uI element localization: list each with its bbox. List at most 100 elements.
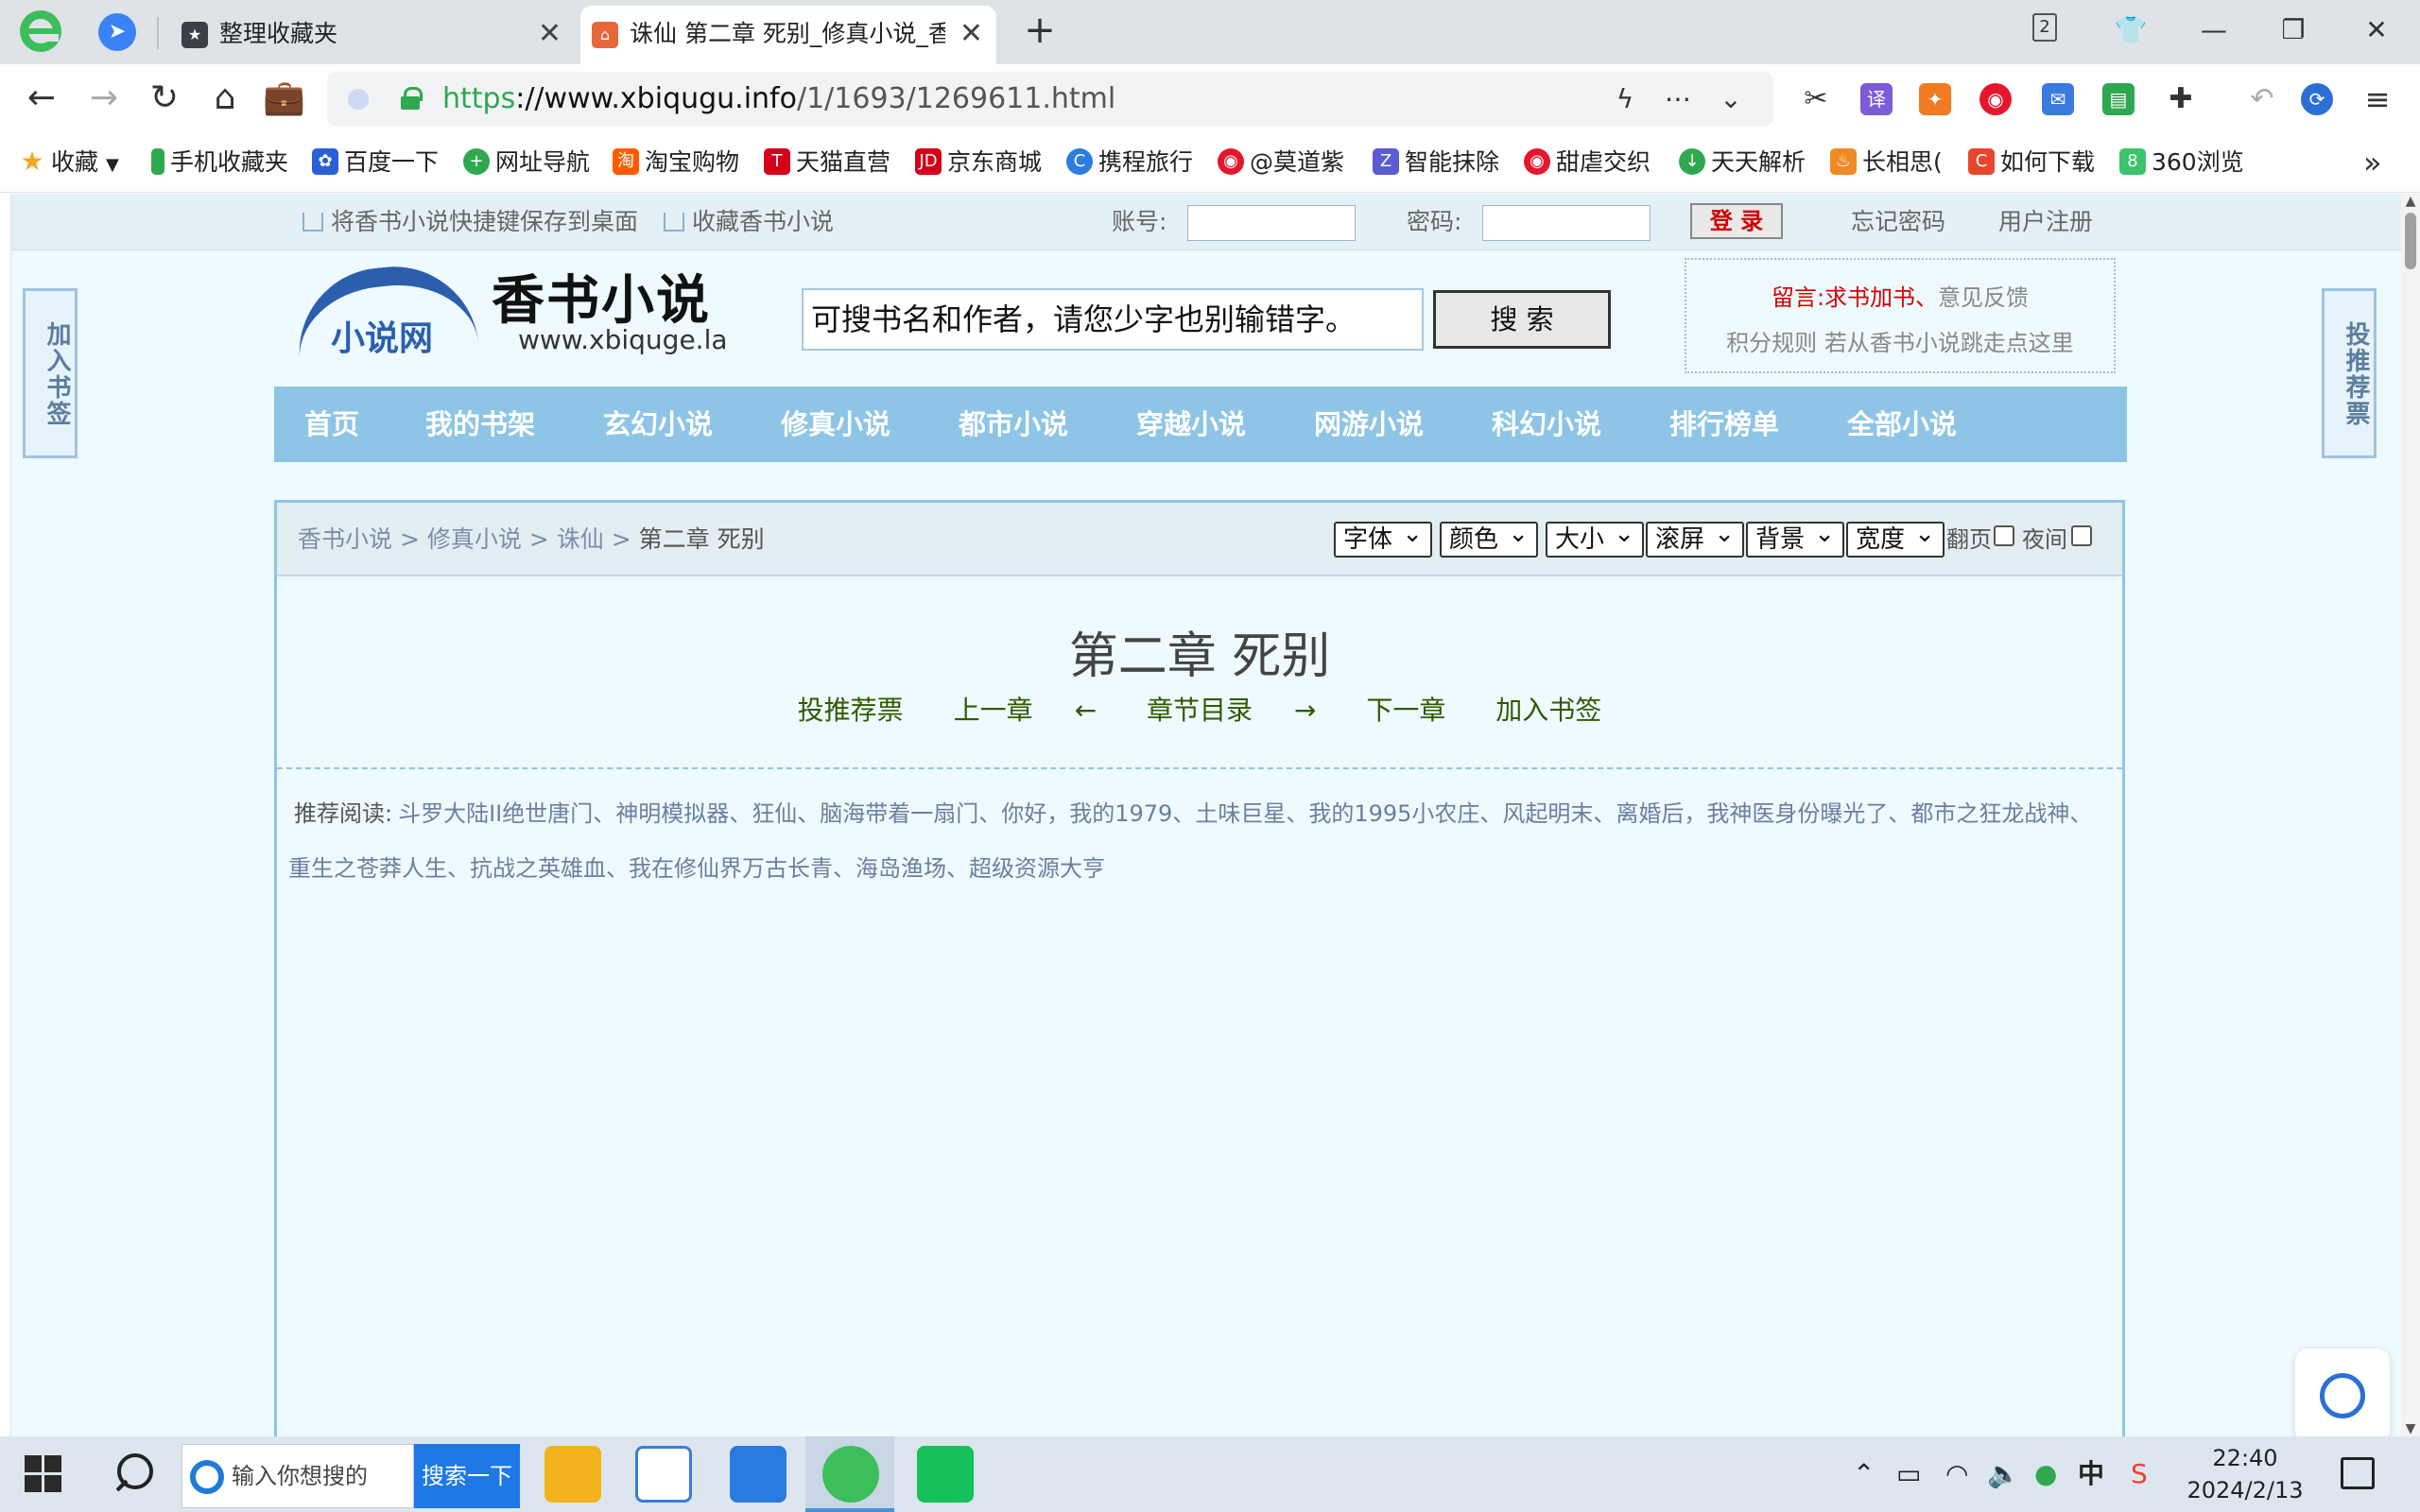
caret-down-icon[interactable]: ▼ — [106, 155, 119, 175]
width-select[interactable]: 宽度 — [1846, 518, 1945, 558]
nav-fantasy[interactable]: 玄幻小说 — [603, 387, 713, 462]
bookmark-item[interactable]: + 网址导航 — [463, 132, 605, 193]
microsoft-store-icon[interactable] — [730, 1446, 786, 1503]
address-bar[interactable]: https://www.xbiqugu.info/1/1693/1269611.… — [327, 72, 1773, 127]
login-button[interactable]: 登 录 — [1690, 203, 1783, 239]
tab-bookmarks-manager[interactable]: ★ 整理收藏夹 ✕ — [170, 6, 575, 64]
breadcrumb-book[interactable]: 诛仙 — [557, 525, 604, 553]
add-bookmark-link[interactable]: 加入书签 — [1495, 695, 1601, 726]
ime-indicator[interactable]: 中 — [2078, 1436, 2104, 1512]
taskbar-search-input[interactable]: 输入你想搜的 — [182, 1444, 414, 1508]
tab-active-chapter[interactable]: ⌂ 诛仙 第二章 死别_修真小说_香 ✕ — [580, 6, 996, 64]
nav-home[interactable]: 首页 — [304, 387, 359, 462]
new-tab-button[interactable]: + — [1019, 11, 1061, 53]
shield-icon[interactable]: ● — [2034, 1436, 2057, 1512]
nav-scifi[interactable]: 科幻小说 — [1492, 387, 1601, 462]
night-checkbox[interactable] — [2071, 525, 2092, 546]
reload-button[interactable]: ↻ — [144, 77, 185, 119]
save-shortcut-link[interactable]: 将香书小说快捷键保存到桌面 — [302, 194, 638, 250]
vertical-scrollbar[interactable]: ▲ ▼ — [2401, 194, 2420, 1436]
scroll-select[interactable]: 滚屏 — [1646, 518, 1744, 558]
game-icon[interactable]: ✦ — [1919, 83, 1951, 115]
vote-side-button[interactable]: 投推荐票 — [2322, 288, 2377, 458]
bookmark-item[interactable]: 淘淘宝购物 — [613, 132, 754, 193]
battery-icon[interactable]: ▭ — [1896, 1436, 1921, 1512]
forward-button[interactable]: → — [83, 77, 125, 119]
briefcase-icon[interactable]: 💼 — [263, 77, 305, 119]
chevron-down-icon[interactable]: ⌄ — [1715, 83, 1747, 115]
more-icon[interactable]: ⋯ — [1662, 83, 1694, 115]
shirt-icon[interactable]: 👕 — [2110, 11, 2152, 49]
nav-urban[interactable]: 都市小说 — [959, 387, 1068, 462]
browser-logo-icon[interactable] — [17, 8, 64, 55]
floating-assistant-button[interactable] — [2295, 1349, 2390, 1436]
bookmark-item[interactable]: 手机收藏夹 — [151, 132, 302, 193]
bookmark-item[interactable]: ♨ 长相思( — [1830, 132, 1955, 193]
bookmark-item[interactable]: ↓ 天天解析 — [1679, 132, 1811, 193]
password-input[interactable] — [1482, 205, 1651, 241]
close-icon[interactable]: ✕ — [959, 6, 983, 62]
weibo-icon[interactable]: ◉ — [1979, 83, 2012, 115]
bookmark-item[interactable]: C 携程旅行 — [1066, 132, 1208, 193]
vote-link[interactable]: 投推荐票 — [798, 695, 904, 726]
bookmark-item[interactable]: C 如何下载 — [1968, 132, 2100, 193]
color-select[interactable]: 颜色 — [1440, 518, 1538, 558]
size-select[interactable]: 大小 — [1546, 518, 1644, 558]
volume-icon[interactable]: 🔈 — [1987, 1436, 2020, 1512]
recommend-links[interactable]: 斗罗大陆II绝世唐门、神明模拟器、狂仙、脑海带着一扇门、你好，我的1979、土味… — [288, 800, 2092, 882]
scrollbar-thumb[interactable] — [2405, 213, 2416, 269]
favorite-site-link[interactable]: 收藏香书小说 — [664, 194, 834, 250]
send-icon[interactable]: ➤ — [98, 13, 136, 51]
restore-button[interactable]: ❐ — [2273, 11, 2314, 49]
tab-count-badge[interactable]: 2 — [2032, 13, 2057, 42]
nav-all[interactable]: 全部小说 — [1847, 387, 1957, 462]
url-text[interactable]: https://www.xbiqugu.info/1/1693/1269611.… — [442, 72, 1115, 127]
page-turn-checkbox[interactable] — [1994, 525, 2014, 546]
escape-link[interactable]: 若从香书小说跳走点这里 — [1824, 330, 2074, 356]
translate-icon[interactable]: 译 — [1860, 83, 1893, 115]
points-rules-link[interactable]: 积分规则 — [1726, 330, 1817, 356]
search-icon[interactable] — [113, 1452, 157, 1495]
minimize-button[interactable]: — — [2193, 11, 2235, 49]
lock-icon[interactable] — [401, 87, 423, 110]
baidu-netdisk-icon[interactable] — [635, 1446, 692, 1503]
taskbar-search-button[interactable]: 搜索一下 — [414, 1444, 520, 1508]
sync-icon[interactable]: ⟳ — [2301, 83, 2333, 115]
breadcrumb-category[interactable]: 修真小说 — [427, 525, 522, 553]
clock[interactable]: 22:40 2024/2/13 — [2184, 1442, 2307, 1506]
lightning-icon[interactable]: ϟ — [1609, 83, 1641, 115]
sogou-icon[interactable]: S — [2131, 1436, 2148, 1512]
font-select[interactable]: 字体 — [1334, 518, 1432, 558]
nav-timetravel[interactable]: 穿越小说 — [1136, 387, 1246, 462]
bookmark-favorites[interactable]: ★ 收藏 ▼ — [19, 132, 142, 193]
next-chapter-link[interactable]: 下一章 — [1366, 695, 1445, 726]
search-button[interactable]: 搜 索 — [1433, 290, 1611, 349]
scissors-icon[interactable]: ✂ — [1800, 83, 1832, 115]
bookmark-item[interactable]: T 天猫直营 — [764, 132, 906, 193]
site-logo[interactable]: 小说网 香书小说 www.xbiquge.la — [285, 258, 728, 362]
notification-icon[interactable] — [2341, 1457, 2375, 1489]
back-button[interactable]: ← — [21, 77, 62, 119]
table-of-contents-link[interactable]: 章节目录 — [1147, 695, 1253, 726]
bookmark-item[interactable]: 8 360浏览 — [2119, 132, 2252, 193]
account-input[interactable] — [1187, 205, 1356, 241]
nav-rankings[interactable]: 排行榜单 — [1669, 387, 1779, 462]
bookmark-item[interactable]: ✿ 百度一下 — [312, 132, 454, 193]
windows-start-icon[interactable] — [25, 1455, 62, 1493]
nav-shelf[interactable]: 我的书架 — [425, 387, 535, 462]
book-icon[interactable]: ▤ — [2102, 83, 2135, 115]
close-icon[interactable]: ✕ — [538, 6, 562, 62]
mail-icon[interactable]: ✉ — [2042, 83, 2074, 115]
register-link[interactable]: 用户注册 — [1998, 194, 2093, 250]
undo-icon[interactable]: ↶ — [2246, 83, 2278, 115]
home-button[interactable]: ⌂ — [204, 77, 246, 119]
chevron-right-icon[interactable]: » — [2363, 132, 2382, 193]
scroll-down-icon[interactable]: ▼ — [2401, 1421, 2420, 1436]
bookmark-item[interactable]: JD 京东商城 — [915, 132, 1057, 193]
prev-chapter-link[interactable]: 上一章 — [954, 695, 1033, 726]
forgot-password-link[interactable]: 忘记密码 — [1851, 194, 1945, 250]
bookmark-item[interactable]: Z 智能抹除 — [1373, 132, 1505, 193]
file-explorer-icon[interactable] — [544, 1446, 601, 1503]
puzzle-icon[interactable]: ✚ — [2165, 83, 2197, 115]
bookmark-item[interactable]: ◉ 甜虐交织 — [1524, 132, 1656, 193]
